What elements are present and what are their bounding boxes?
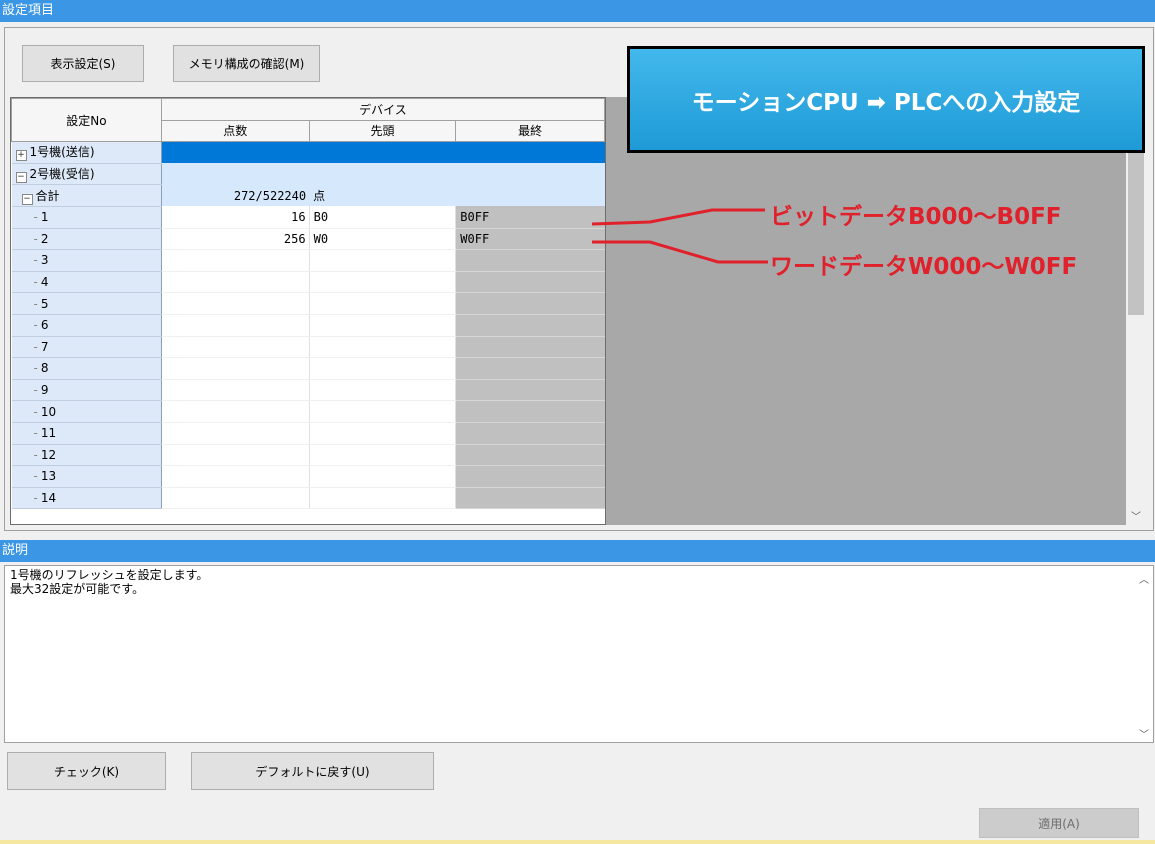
word-connector-line <box>592 240 768 264</box>
description-line: 最大32設定が可能です。 <box>10 582 145 596</box>
status-bar <box>0 840 1155 844</box>
restore-default-button[interactable]: デフォルトに戻す(U) <box>191 752 434 790</box>
desc-scroll-down-arrow-icon[interactable]: ﹀ <box>1134 726 1154 741</box>
description-line: 1号機のリフレッシュを設定します。 <box>10 568 209 582</box>
bit-data-annotation: ビットデータB000～B0FF <box>770 204 1062 230</box>
bit-connector-line <box>591 208 765 226</box>
check-button[interactable]: チェック(K) <box>7 752 166 790</box>
description-title-bar: 説明 <box>0 540 1155 562</box>
description-box: 1号機のリフレッシュを設定します。 最大32設定が可能です。 <box>4 565 1154 743</box>
word-data-annotation: ワードデータW000～W0FF <box>770 254 1078 280</box>
apply-button[interactable]: 適用(A) <box>979 808 1139 838</box>
desc-scroll-up-arrow-icon[interactable]: ︿ <box>1134 571 1154 586</box>
